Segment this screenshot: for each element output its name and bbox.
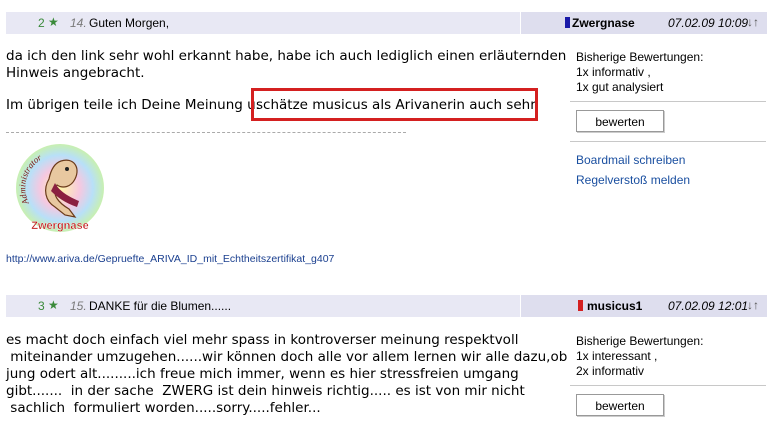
post-body-line: sachlich formuliert worden.....sorry....… bbox=[6, 400, 321, 416]
post-body-line: jung odert alt.........ich freue mich im… bbox=[6, 366, 519, 382]
zwergnase-avatar: Administrator Zwergnase bbox=[16, 144, 104, 232]
rating-count: 2 bbox=[38, 16, 45, 30]
post-date: 07.02.09 10:09 bbox=[668, 16, 749, 30]
rate-button[interactable]: bewerten bbox=[576, 394, 664, 416]
sidebar-divider bbox=[570, 141, 766, 142]
post-header-left: 2 ★ 14. Guten Morgen, bbox=[6, 12, 520, 34]
highlight-box bbox=[251, 88, 538, 121]
ratings-panel: Bisherige Bewertungen: 1x informativ , 1… bbox=[576, 50, 703, 95]
post-body-line: Im übrigen teile ich Deine Meinung u. bbox=[6, 97, 260, 113]
post-header-left: 3 ★ 15. DANKE für die Blumen...... bbox=[6, 295, 520, 317]
avatar-caption: Zwergnase bbox=[31, 220, 88, 232]
sort-arrows-icon[interactable]: ↓↑ bbox=[747, 298, 759, 312]
post-header: 3 ★ 15. DANKE für die Blumen...... music… bbox=[6, 295, 767, 317]
author-status-icon bbox=[578, 300, 583, 311]
sidebar-divider bbox=[570, 101, 766, 102]
post-body-line: es macht doch einfach viel mehr spass in… bbox=[6, 332, 519, 348]
author-name[interactable]: musicus1 bbox=[587, 299, 642, 313]
ratings-title: Bisherige Bewertungen: bbox=[576, 334, 704, 348]
post-header: 2 ★ 14. Guten Morgen, Zwergnase 07.02.09… bbox=[6, 12, 767, 34]
author-name[interactable]: Zwergnase bbox=[572, 16, 635, 30]
rating-item: 1x gut analysiert bbox=[576, 80, 664, 94]
sort-arrows-icon[interactable]: ↓↑ bbox=[747, 15, 759, 29]
post-index: 15. bbox=[70, 299, 87, 313]
post-body-line: da ich den link sehr wohl erkannt habe, … bbox=[6, 48, 567, 64]
post-index: 14. bbox=[70, 16, 87, 30]
ratings-title: Bisherige Bewertungen: bbox=[576, 50, 704, 64]
post-body-line: Hinweis angebracht. bbox=[6, 65, 145, 81]
post-header-right: musicus1 07.02.09 12:01 ↓↑ bbox=[520, 295, 767, 317]
author-status-icon bbox=[565, 17, 570, 28]
signature-link[interactable]: http://www.ariva.de/Gepruefte_ARIVA_ID_m… bbox=[6, 253, 334, 265]
post-title: DANKE für die Blumen...... bbox=[89, 299, 232, 313]
ratings-panel: Bisherige Bewertungen: 1x interessant , … bbox=[576, 334, 703, 379]
star-rating-icon[interactable]: ★ bbox=[48, 298, 59, 312]
signature-divider bbox=[6, 132, 406, 133]
post-header-right: Zwergnase 07.02.09 10:09 ↓↑ bbox=[520, 12, 767, 34]
post-title: Guten Morgen, bbox=[89, 16, 170, 30]
report-violation-link[interactable]: Regelverstoß melden bbox=[576, 173, 690, 187]
rating-item: 1x interessant , bbox=[576, 349, 658, 363]
post-date: 07.02.09 12:01 bbox=[668, 299, 749, 313]
post-body-line: miteinander umzugehen......wir können do… bbox=[6, 349, 568, 365]
boardmail-link[interactable]: Boardmail schreiben bbox=[576, 153, 685, 167]
rating-count: 3 bbox=[38, 299, 45, 313]
sidebar-divider bbox=[570, 385, 766, 386]
rating-item: 2x informativ bbox=[576, 364, 645, 378]
rating-item: 1x informativ , bbox=[576, 65, 651, 79]
star-rating-icon[interactable]: ★ bbox=[48, 15, 59, 29]
post-body-line: gibt....... in der sache ZWERG ist dein … bbox=[6, 383, 525, 399]
rate-button[interactable]: bewerten bbox=[576, 110, 664, 132]
